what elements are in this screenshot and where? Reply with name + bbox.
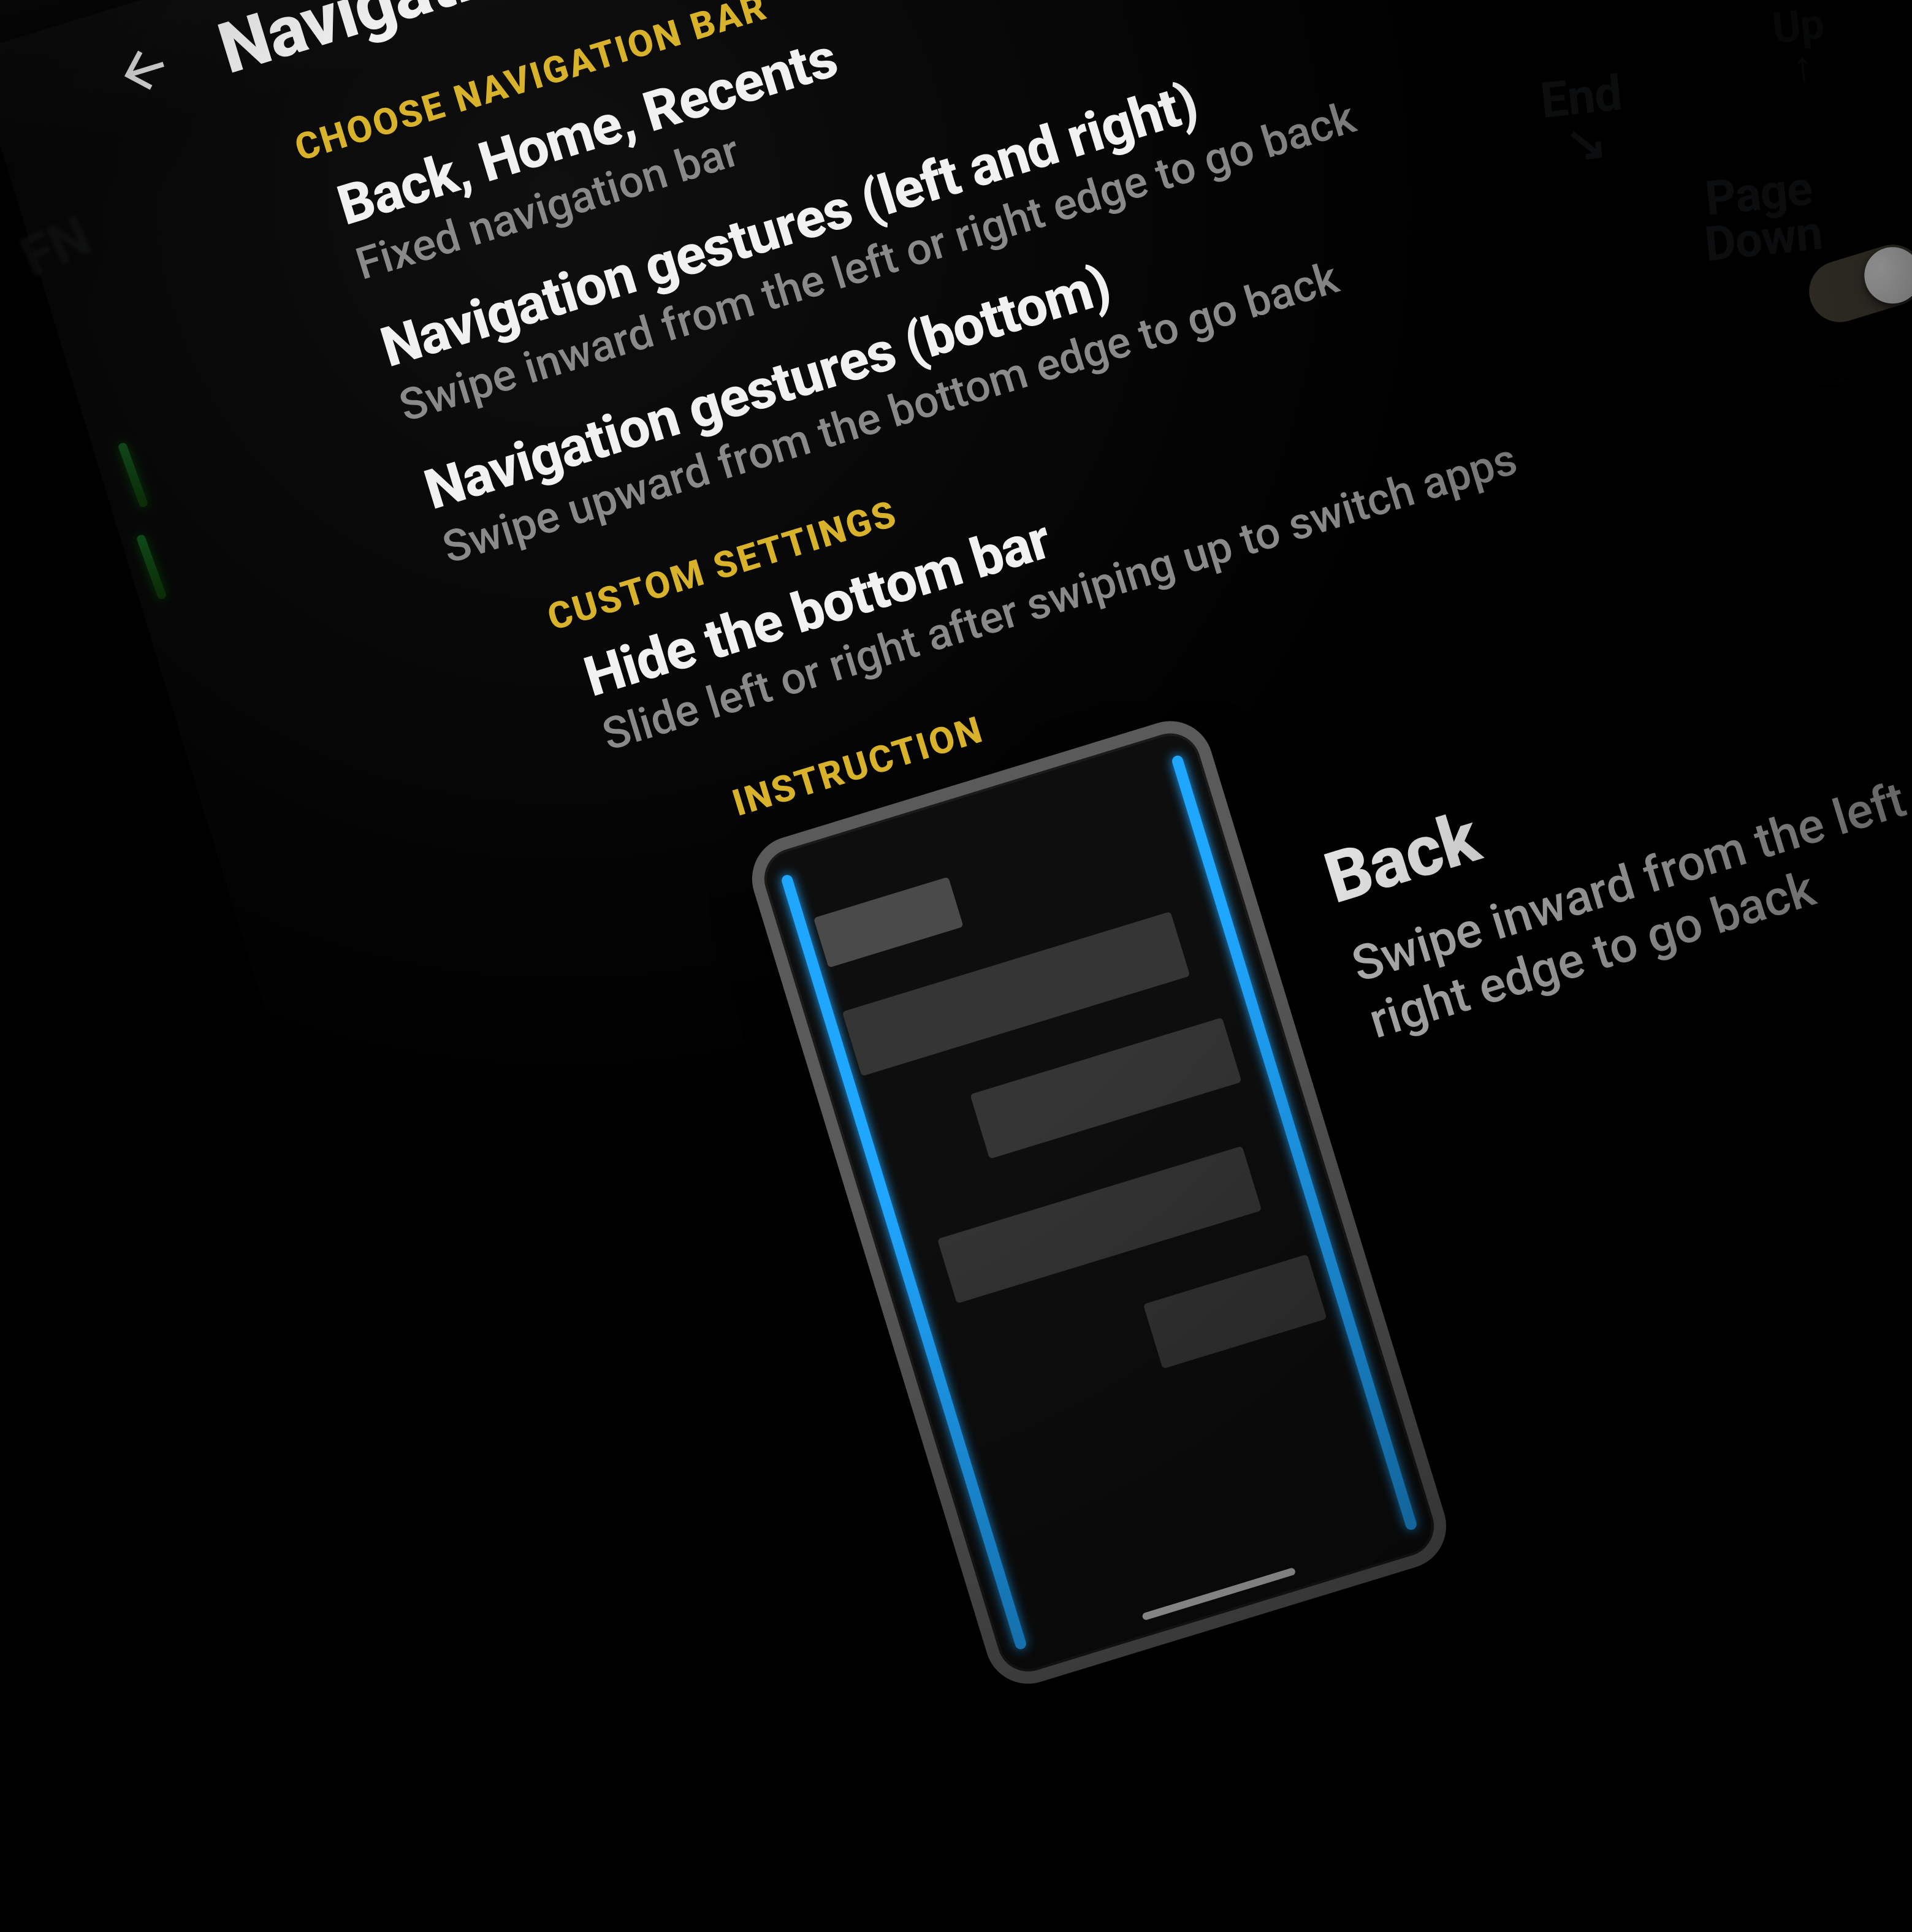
diagram-bar bbox=[813, 877, 964, 968]
diagram-bar bbox=[937, 1146, 1262, 1304]
toggle-knob bbox=[1857, 240, 1912, 311]
back-arrow-icon[interactable] bbox=[105, 32, 183, 111]
diagram-bar bbox=[970, 1017, 1241, 1159]
nav-option-radio[interactable] bbox=[1680, 0, 1764, 1]
diagram-home-indicator bbox=[1141, 1567, 1296, 1621]
phone-screen: Navigati… CHOOSE NAVIGATION BAR Back, Ho… bbox=[37, 0, 1912, 1824]
diagram-bar bbox=[1143, 1254, 1327, 1369]
